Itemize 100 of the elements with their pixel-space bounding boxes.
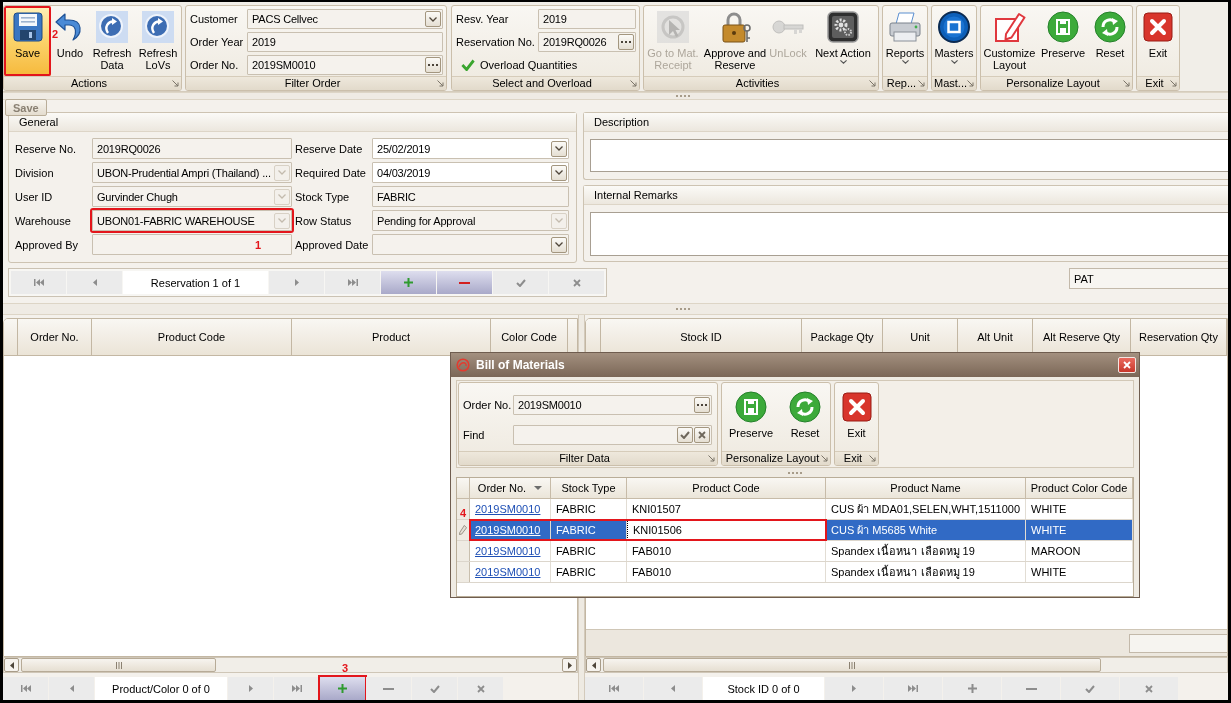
order-link[interactable]: 2019SM0010: [475, 544, 541, 558]
close-button[interactable]: [1118, 357, 1136, 373]
ribbon-button[interactable]: Approve and Reserve: [702, 6, 768, 76]
text-area[interactable]: [590, 212, 1228, 256]
caret-right-icon: [294, 279, 299, 286]
column-header[interactable]: Stock Type: [551, 478, 627, 498]
field-label: Division: [15, 165, 55, 181]
ribbon-button[interactable]: Save: [4, 6, 51, 76]
delete-button[interactable]: [437, 271, 492, 294]
row-indicator[interactable]: [457, 499, 470, 519]
lookup-field[interactable]: 2019SM0010: [247, 55, 443, 75]
minus-icon: [1025, 687, 1037, 690]
cancel-button[interactable]: [549, 271, 604, 294]
ribbon-button[interactable]: Customize Layout: [981, 6, 1038, 76]
floppy-disk-icon: [735, 391, 767, 423]
table-cell: CUS ผ้า MDA01,SELEN,WHT,1511000: [826, 499, 1026, 519]
group-label: Exit: [1144, 77, 1165, 90]
ribbon-button[interactable]: Reports: [883, 6, 927, 76]
text-field[interactable]: FABRIC: [372, 186, 569, 207]
search-field[interactable]: [513, 425, 712, 445]
scrollbar-thumb[interactable]: [603, 658, 1101, 672]
ribbon-button[interactable]: Masters: [932, 6, 976, 76]
last-record-button[interactable]: [325, 271, 380, 294]
table-row[interactable]: 2019SM0010 FABRIC FAB010 Spandex เนื้อหนา เลือดหมู 19 MAROON: [457, 541, 1133, 562]
dropdown-button[interactable]: [551, 236, 567, 253]
skip-to-end-icon: [347, 279, 358, 286]
ribbon-button[interactable]: Reset: [1088, 6, 1132, 76]
chevron-down-icon: [278, 194, 286, 199]
add-button[interactable]: [320, 677, 365, 700]
horizontal-scrollbar[interactable]: [3, 657, 578, 673]
table-row[interactable]: 2019SM0010 FABRIC FAB010 Spandex เนื้อหนา เลือดหมู 19 WHITE: [457, 562, 1133, 583]
cancel-button[interactable]: [1120, 677, 1178, 700]
ellipsis-button[interactable]: [694, 397, 710, 413]
first-record-button[interactable]: [3, 677, 48, 700]
dropdown-field[interactable]: 04/03/2019: [372, 162, 569, 183]
last-record-button[interactable]: [274, 677, 319, 700]
corner-arrow-icon: [1123, 80, 1130, 87]
dropdown-field[interactable]: PACS Cellvec: [247, 9, 443, 29]
clear-button[interactable]: [694, 427, 710, 443]
first-record-button[interactable]: [11, 271, 66, 294]
add-button[interactable]: [943, 677, 1001, 700]
check-icon: [680, 431, 690, 439]
ribbon-button[interactable]: Reset: [780, 383, 830, 451]
scroll-left-button[interactable]: [4, 658, 19, 672]
order-link[interactable]: 2019SM0010: [475, 502, 541, 516]
horizontal-scrollbar[interactable]: [585, 657, 1228, 673]
ribbon-button[interactable]: Exit: [1137, 6, 1179, 76]
confirm-button[interactable]: [493, 271, 548, 294]
table-cell: FABRIC: [551, 499, 627, 519]
group-label: Actions: [69, 77, 109, 90]
column-header[interactable]: Product Code: [627, 478, 826, 498]
column-header[interactable]: Product Code: [92, 319, 292, 355]
dropdown-button[interactable]: [551, 164, 567, 181]
scrollbar-thumb[interactable]: [21, 658, 216, 672]
ribbon-button[interactable]: Refresh Data: [89, 6, 135, 76]
text-field[interactable]: 2019: [538, 9, 636, 29]
order-link[interactable]: 2019SM0010: [475, 565, 541, 579]
first-record-button[interactable]: [585, 677, 643, 700]
table-cell: KNI01506: [627, 520, 826, 540]
apply-button[interactable]: [677, 427, 693, 443]
callout-number: 2: [52, 29, 59, 40]
cancel-button[interactable]: [458, 677, 503, 700]
last-record-button[interactable]: [884, 677, 942, 700]
column-header[interactable]: Product Name: [826, 478, 1026, 498]
swirl-icon: [456, 358, 470, 372]
text-area[interactable]: [590, 139, 1228, 172]
dropdown-field[interactable]: [372, 234, 569, 255]
ribbon-button[interactable]: Preserve: [1038, 6, 1088, 76]
delete-button[interactable]: [366, 677, 411, 700]
text-field[interactable]: [92, 234, 292, 255]
scroll-left-button[interactable]: [586, 658, 601, 672]
text-field[interactable]: PAT: [1069, 268, 1228, 289]
tooltip: Save: [5, 99, 47, 116]
ellipsis-button[interactable]: [618, 34, 634, 50]
order-link[interactable]: 2019SM0010: [475, 523, 541, 537]
confirm-button[interactable]: [412, 677, 457, 700]
table-row[interactable]: 2019SM0010 FABRIC KNI01506 CUS ผ้า M5685 White WHITE: [457, 520, 1133, 541]
ellipsis-button[interactable]: [425, 57, 441, 73]
scroll-right-button[interactable]: [562, 658, 577, 672]
dropdown-button[interactable]: [551, 140, 567, 157]
lookup-field[interactable]: 2019RQ0026: [538, 32, 636, 52]
dropdown-button[interactable]: [425, 11, 441, 27]
text-field[interactable]: 2019RQ0026: [92, 138, 292, 159]
column-header[interactable]: Order No.: [470, 478, 551, 498]
field-label: Find: [463, 428, 486, 443]
lookup-field[interactable]: 2019SM0010: [513, 395, 712, 415]
text-field[interactable]: 2019: [247, 32, 443, 52]
add-button[interactable]: [381, 271, 436, 294]
checkbox[interactable]: Overload Quantities: [456, 55, 636, 75]
column-header[interactable]: Order No.: [18, 319, 92, 355]
column-header[interactable]: Product Color Code: [1026, 478, 1133, 498]
check-icon: [1085, 684, 1095, 693]
ribbon-button[interactable]: Refresh LoVs: [135, 6, 181, 76]
ribbon-button[interactable]: Preserve: [722, 383, 780, 451]
record-caption: Stock ID 0 of 0: [703, 677, 824, 700]
skip-to-end-icon: [291, 685, 302, 692]
ribbon-button[interactable]: Next Action: [808, 6, 878, 76]
ribbon-button[interactable]: Exit: [835, 383, 878, 451]
confirm-button[interactable]: [1061, 677, 1119, 700]
dropdown-field[interactable]: 25/02/2019: [372, 138, 569, 159]
